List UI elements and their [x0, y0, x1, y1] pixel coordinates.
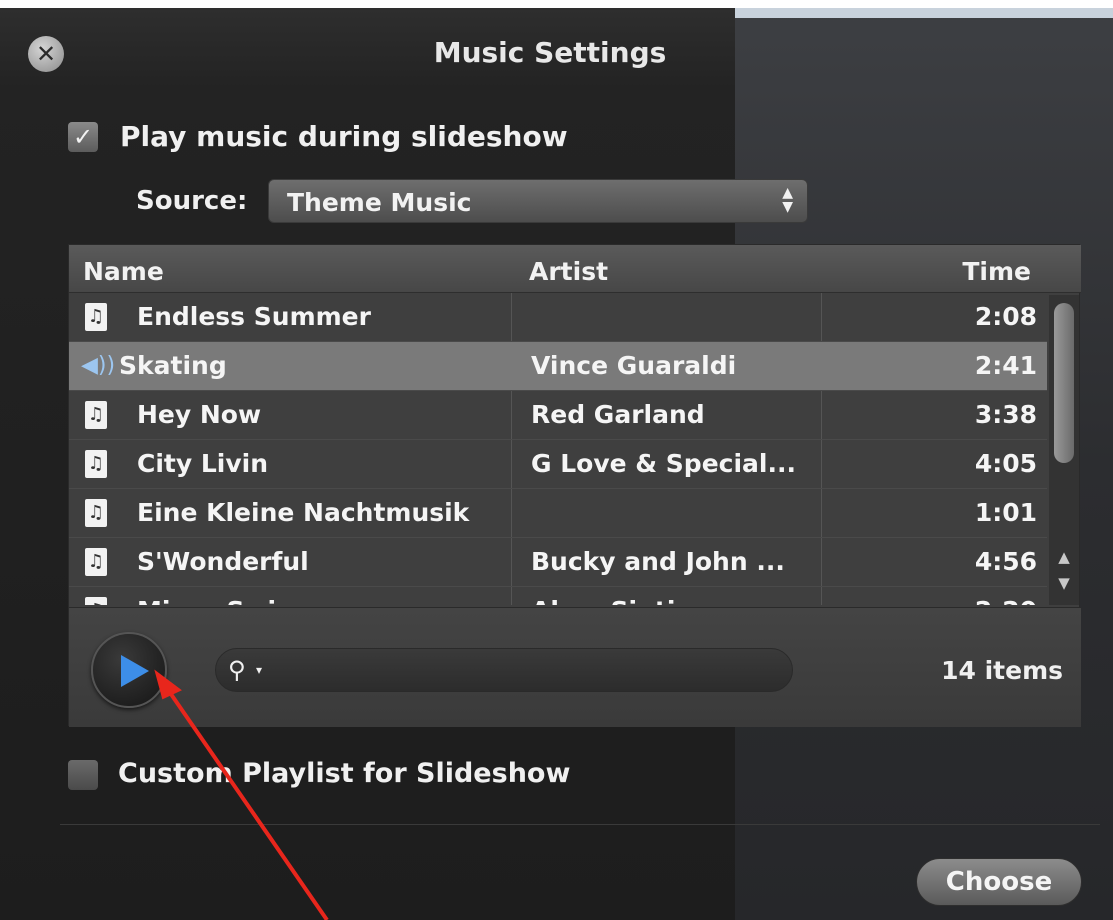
- track-time: 4:05: [974, 449, 1037, 478]
- track-time: 3:38: [974, 400, 1037, 429]
- choose-button[interactable]: Choose: [916, 858, 1082, 906]
- source-label: Source:: [136, 186, 248, 216]
- updown-arrows-icon: ▲ ▼: [782, 185, 793, 215]
- track-name: S'Wonderful: [137, 547, 309, 576]
- table-row[interactable]: ♫ Hey Now Red Garland 3:38: [69, 391, 1047, 440]
- track-name: Endless Summer: [137, 302, 371, 331]
- track-name: Hey Now: [137, 400, 262, 429]
- music-note-icon: ♫: [85, 401, 107, 429]
- vertical-scrollbar[interactable]: ▲ ▼: [1049, 295, 1079, 605]
- checkmark-icon: ✓: [72, 123, 94, 151]
- search-icon[interactable]: ⚲: [228, 656, 246, 684]
- track-time: 2:41: [974, 351, 1037, 380]
- column-header-time[interactable]: Time: [962, 257, 1031, 286]
- play-music-checkbox[interactable]: ✓: [68, 122, 98, 152]
- track-artist: Red Garland: [531, 400, 705, 429]
- custom-playlist-checkbox[interactable]: [68, 760, 98, 790]
- table-row[interactable]: ♫ S'Wonderful Bucky and John ... 4:56: [69, 538, 1047, 587]
- play-preview-button[interactable]: [91, 632, 167, 708]
- table-row[interactable]: ♫ Eine Kleine Nachtmusik 1:01: [69, 489, 1047, 538]
- source-selected-value: Theme Music: [287, 188, 472, 217]
- track-artist: G Love & Special...: [531, 449, 796, 478]
- track-artist: Alma Sinti: [531, 596, 675, 605]
- track-artist: Vince Guaraldi: [531, 351, 737, 380]
- column-header-artist[interactable]: Artist: [529, 257, 608, 286]
- table-row[interactable]: ♫ Endless Summer 2:08: [69, 293, 1047, 342]
- track-time: 2:20: [975, 596, 1037, 605]
- music-settings-dialog: ✕ Music Settings ✓ Play music during sli…: [0, 8, 1113, 920]
- items-count: 14 items: [941, 656, 1063, 685]
- track-name: Minor Swing: [137, 596, 312, 605]
- custom-playlist-label[interactable]: Custom Playlist for Slideshow: [118, 758, 570, 789]
- play-music-label[interactable]: Play music during slideshow: [120, 120, 568, 153]
- scroll-up-arrow-icon[interactable]: ▲: [1056, 549, 1072, 565]
- source-select[interactable]: Theme Music ▲ ▼: [268, 179, 808, 223]
- scroll-down-arrow-icon[interactable]: ▼: [1056, 575, 1072, 591]
- play-icon: [121, 655, 149, 687]
- track-name: Eine Kleine Nachtmusik: [137, 498, 470, 527]
- table-row[interactable]: ♫ City Livin G Love & Special... 4:05: [69, 440, 1047, 489]
- title-bar: ✕ Music Settings: [0, 8, 1100, 88]
- music-note-icon: ♫: [85, 548, 107, 576]
- search-input[interactable]: ⚲ ▾: [215, 648, 793, 692]
- track-name: City Livin: [137, 449, 269, 478]
- table-footer: ⚲ ▾ 14 items: [69, 607, 1081, 727]
- track-artist: Bucky and John ...: [531, 547, 785, 576]
- track-time: 1:01: [974, 498, 1037, 527]
- table-header: Name Artist Time: [69, 245, 1081, 293]
- divider: [60, 824, 1100, 825]
- column-header-name[interactable]: Name: [83, 257, 164, 286]
- track-name: Skating: [119, 351, 227, 380]
- music-note-icon: ♫: [85, 303, 107, 331]
- scrollbar-thumb[interactable]: [1054, 303, 1074, 463]
- table-row[interactable]: ◀)) Skating Vince Guaraldi 2:41: [69, 342, 1047, 391]
- table-row[interactable]: ♫ Minor Swing Alma Sinti 2:20: [69, 587, 1047, 605]
- chevron-down-icon[interactable]: ▾: [256, 663, 262, 677]
- music-table: Name Artist Time ♫ Endless Summer 2:08 ◀)) S…: [68, 244, 1081, 727]
- table-body: ♫ Endless Summer 2:08 ◀)) Skating Vince Guara…: [69, 293, 1047, 605]
- music-note-icon: ♫: [85, 450, 107, 478]
- speaker-icon: ◀)): [81, 353, 116, 378]
- dialog-panel: ✕ Music Settings ✓ Play music during sli…: [0, 8, 1100, 920]
- track-time: 2:08: [974, 302, 1037, 331]
- track-time: 4:56: [974, 547, 1037, 576]
- dialog-title: Music Settings: [433, 36, 667, 69]
- music-note-icon: ♫: [85, 597, 107, 605]
- music-note-icon: ♫: [85, 499, 107, 527]
